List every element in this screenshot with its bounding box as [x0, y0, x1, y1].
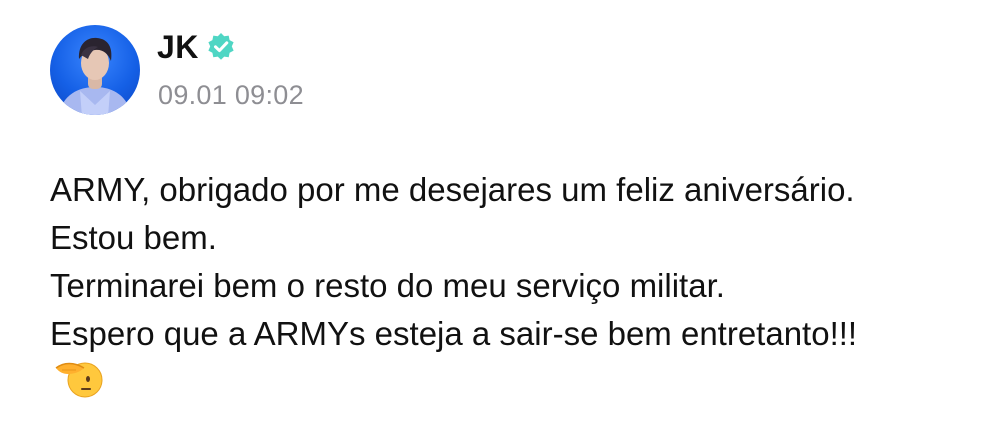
- message-line: ARMY, obrigado por me desejares um feliz…: [50, 171, 855, 208]
- author-name[interactable]: JK: [157, 29, 199, 66]
- avatar-photo-icon: [58, 37, 132, 115]
- message-line: Estou bem.: [50, 219, 217, 256]
- post-message: ARMY, obrigado por me desejares um feliz…: [50, 166, 980, 358]
- message-line: Espero que a ARMYs esteja a sair-se bem …: [50, 315, 858, 352]
- message-line: Terminarei bem o resto do meu serviço mi…: [50, 267, 725, 304]
- saluting-face-emoji-icon: [52, 354, 104, 400]
- post-card: JK 09.01 09:02 ARMY, obrigado por me des…: [0, 0, 1000, 425]
- author-row: JK: [157, 27, 237, 67]
- verified-badge-icon: [205, 31, 237, 63]
- avatar[interactable]: [50, 25, 140, 115]
- post-timestamp: 09.01 09:02: [158, 80, 304, 110]
